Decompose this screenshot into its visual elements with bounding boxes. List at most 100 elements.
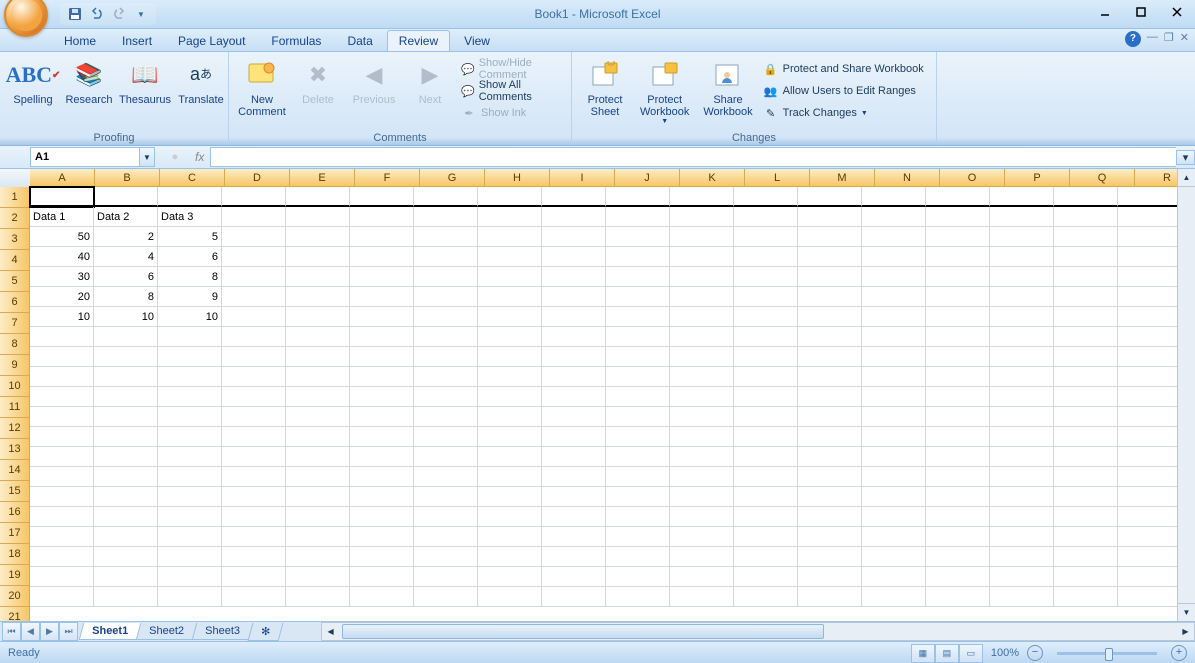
cell-L2[interactable]: [734, 207, 798, 227]
col-header-J[interactable]: J: [615, 169, 680, 187]
name-box-dropdown-icon[interactable]: ▼: [140, 147, 155, 167]
row-header-14[interactable]: 14: [0, 460, 30, 481]
cell-Q1[interactable]: [1054, 187, 1118, 207]
cell-A2[interactable]: Data 1: [30, 207, 94, 227]
cell-M21[interactable]: [798, 587, 862, 607]
cell-K6[interactable]: [670, 287, 734, 307]
cell-R12[interactable]: [1118, 407, 1182, 427]
cell-A20[interactable]: [30, 567, 94, 587]
cell-G7[interactable]: [414, 307, 478, 327]
cell-M13[interactable]: [798, 427, 862, 447]
cell-F1[interactable]: [350, 187, 414, 207]
cell-K8[interactable]: [670, 327, 734, 347]
cell-R2[interactable]: [1118, 207, 1182, 227]
sheet-tab-sheet2[interactable]: Sheet2: [136, 623, 197, 640]
cell-E16[interactable]: [286, 487, 350, 507]
cell-M20[interactable]: [798, 567, 862, 587]
cell-N19[interactable]: [862, 547, 926, 567]
cell-L19[interactable]: [734, 547, 798, 567]
cell-I4[interactable]: [542, 247, 606, 267]
row-header-13[interactable]: 13: [0, 439, 30, 460]
cell-H6[interactable]: [478, 287, 542, 307]
cell-B6[interactable]: 8: [94, 287, 158, 307]
cell-P19[interactable]: [990, 547, 1054, 567]
cell-M16[interactable]: [798, 487, 862, 507]
cell-H10[interactable]: [478, 367, 542, 387]
cell-Q19[interactable]: [1054, 547, 1118, 567]
cell-C9[interactable]: [158, 347, 222, 367]
cell-R3[interactable]: [1118, 227, 1182, 247]
cell-F3[interactable]: [350, 227, 414, 247]
row-header-15[interactable]: 15: [0, 481, 30, 502]
cell-D1[interactable]: [222, 187, 286, 207]
col-header-E[interactable]: E: [290, 169, 355, 187]
cell-J8[interactable]: [606, 327, 670, 347]
cell-K21[interactable]: [670, 587, 734, 607]
row-header-17[interactable]: 17: [0, 523, 30, 544]
cell-L11[interactable]: [734, 387, 798, 407]
cell-O10[interactable]: [926, 367, 990, 387]
cell-O17[interactable]: [926, 507, 990, 527]
cell-J18[interactable]: [606, 527, 670, 547]
scroll-down-icon[interactable]: ▼: [1178, 603, 1195, 621]
cell-A3[interactable]: 50: [30, 227, 94, 247]
cell-E18[interactable]: [286, 527, 350, 547]
tab-insert[interactable]: Insert: [110, 30, 164, 51]
cell-L13[interactable]: [734, 427, 798, 447]
cell-O1[interactable]: [926, 187, 990, 207]
cell-B5[interactable]: 6: [94, 267, 158, 287]
cell-D8[interactable]: [222, 327, 286, 347]
cell-I9[interactable]: [542, 347, 606, 367]
cell-I16[interactable]: [542, 487, 606, 507]
cell-L12[interactable]: [734, 407, 798, 427]
cell-N15[interactable]: [862, 467, 926, 487]
redo-icon[interactable]: [110, 5, 128, 23]
zoom-slider[interactable]: [1057, 652, 1157, 655]
cell-K9[interactable]: [670, 347, 734, 367]
tab-nav-next-icon[interactable]: ▶: [40, 622, 59, 641]
cell-I6[interactable]: [542, 287, 606, 307]
cell-I21[interactable]: [542, 587, 606, 607]
cell-N10[interactable]: [862, 367, 926, 387]
zoom-in-button[interactable]: +: [1171, 645, 1187, 661]
cell-R20[interactable]: [1118, 567, 1182, 587]
cell-M6[interactable]: [798, 287, 862, 307]
cell-N14[interactable]: [862, 447, 926, 467]
cell-H12[interactable]: [478, 407, 542, 427]
cell-I18[interactable]: [542, 527, 606, 547]
tab-data[interactable]: Data: [335, 30, 384, 51]
cell-L1[interactable]: [734, 187, 798, 207]
cell-P16[interactable]: [990, 487, 1054, 507]
cell-H7[interactable]: [478, 307, 542, 327]
col-header-M[interactable]: M: [810, 169, 875, 187]
cell-G6[interactable]: [414, 287, 478, 307]
cell-G18[interactable]: [414, 527, 478, 547]
cell-M8[interactable]: [798, 327, 862, 347]
cell-L4[interactable]: [734, 247, 798, 267]
cell-R13[interactable]: [1118, 427, 1182, 447]
cell-H21[interactable]: [478, 587, 542, 607]
protect-sheet-button[interactable]: Protect Sheet: [578, 56, 632, 121]
cell-A19[interactable]: [30, 547, 94, 567]
row-header-5[interactable]: 5: [0, 271, 30, 292]
cell-D13[interactable]: [222, 427, 286, 447]
cell-D9[interactable]: [222, 347, 286, 367]
tab-home[interactable]: Home: [52, 30, 108, 51]
show-all-comments-button[interactable]: 💬Show All Comments: [459, 80, 565, 102]
cell-R21[interactable]: [1118, 587, 1182, 607]
cell-J1[interactable]: [606, 187, 670, 207]
cell-B19[interactable]: [94, 547, 158, 567]
cell-C16[interactable]: [158, 487, 222, 507]
cell-H19[interactable]: [478, 547, 542, 567]
scroll-up-icon[interactable]: ▲: [1178, 169, 1195, 187]
row-header-2[interactable]: 2: [0, 208, 30, 229]
cell-F20[interactable]: [350, 567, 414, 587]
cell-D12[interactable]: [222, 407, 286, 427]
cell-P4[interactable]: [990, 247, 1054, 267]
row-header-10[interactable]: 10: [0, 376, 30, 397]
cell-P18[interactable]: [990, 527, 1054, 547]
cell-O11[interactable]: [926, 387, 990, 407]
cell-R9[interactable]: [1118, 347, 1182, 367]
normal-view-button[interactable]: ▦: [911, 644, 935, 663]
cell-R15[interactable]: [1118, 467, 1182, 487]
